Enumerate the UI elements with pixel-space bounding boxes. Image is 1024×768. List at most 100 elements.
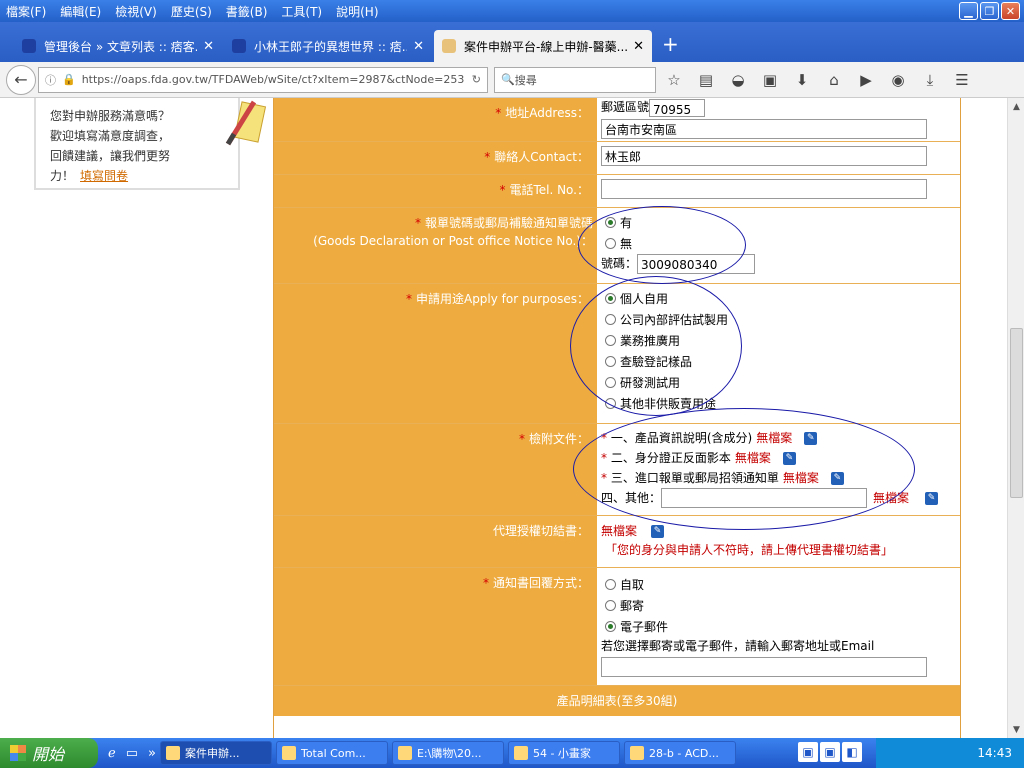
menu-file[interactable]: 檔案(F) [6, 3, 46, 20]
pocket-icon[interactable]: ◒ [724, 71, 752, 89]
start-button[interactable]: 開始 [0, 738, 98, 768]
taskbar-firefox[interactable]: 案件申辦... [159, 741, 272, 765]
radio[interactable] [605, 398, 616, 409]
upload-edit-icon[interactable]: ✎ [925, 491, 939, 505]
postcode-input[interactable]: 70955 [649, 98, 706, 117]
reply-option[interactable]: 電子郵件 [597, 616, 960, 637]
declaration-yes-option[interactable]: 有 [597, 212, 960, 233]
menu-view[interactable]: 檢視(V) [115, 3, 157, 20]
tel-label: 電話Tel. No.： [509, 183, 589, 197]
attachment-text: 三、進口報單或郵局招領通知單 [610, 471, 779, 485]
radio-selected[interactable] [605, 217, 616, 228]
downloads-icon[interactable]: ⤓ [916, 71, 944, 89]
radio[interactable] [605, 579, 616, 590]
expand-icon[interactable]: » [148, 746, 156, 761]
upload-edit-icon[interactable]: ✎ [782, 452, 796, 465]
taskbar-folder[interactable]: E:\購物\20... [391, 741, 504, 765]
radio[interactable] [605, 314, 616, 325]
tab-admin[interactable]: 管理後台 » 文章列表 :: 痞客... ✕ [14, 30, 222, 62]
menu-help[interactable]: 說明(H) [336, 3, 378, 20]
search-bar[interactable]: 🔍 搜尋 [494, 66, 656, 93]
menu-tools[interactable]: 工具(T) [281, 3, 322, 20]
radio[interactable] [605, 356, 616, 367]
new-tab-icon[interactable]: + [662, 32, 679, 56]
download-arrow-icon[interactable]: ⬇ [788, 71, 816, 89]
reply-address-input[interactable] [601, 657, 927, 677]
other-label: 四、其他： [601, 491, 662, 505]
purpose-option[interactable]: 業務推廣用 [597, 330, 960, 351]
upload-edit-icon[interactable]: ✎ [830, 472, 844, 485]
reload-icon[interactable]: ↻ [472, 73, 481, 86]
purpose-option[interactable]: 公司內部評估試製用 [597, 309, 960, 330]
close-tab-icon[interactable]: ✕ [203, 39, 214, 54]
scroll-up-icon[interactable]: ▲ [1008, 98, 1024, 115]
taskbar-acdsee[interactable]: 28-b - ACD... [623, 741, 736, 765]
purpose-option[interactable]: 研發測試用 [597, 372, 960, 393]
ime-icon[interactable]: ▣ [820, 742, 840, 762]
required-mark: * [499, 183, 506, 197]
declaration-number-input[interactable]: 3009080340 [637, 254, 756, 274]
ie-icon[interactable]: ℯ [108, 746, 116, 761]
reply-options: 自取郵寄電子郵件 [597, 574, 960, 637]
video-download-icon[interactable]: ▣ [756, 71, 784, 89]
contact-row: * 聯絡人Contact： 林玉郎 [274, 142, 960, 175]
url-text: https://oaps.fda.gov.tw/TFDAWeb/wSite/ct… [81, 73, 465, 86]
reply-option[interactable]: 郵寄 [597, 595, 960, 616]
vertical-scrollbar[interactable]: ▲ ▼ [1007, 98, 1024, 738]
close-window-button[interactable]: ✕ [1001, 2, 1020, 20]
radio[interactable] [605, 335, 616, 346]
menu-hamburger-icon[interactable]: ☰ [948, 71, 976, 89]
radio[interactable] [605, 621, 616, 632]
reading-list-icon[interactable]: ▤ [692, 71, 720, 89]
url-bar[interactable]: ⓘ 🔒 https://oaps.fda.gov.tw/TFDAWeb/wSit… [38, 66, 488, 93]
restore-button[interactable]: ❐ [980, 2, 999, 20]
pen-illustration-icon [225, 100, 266, 146]
address-input[interactable]: 台南市安南區 [601, 118, 927, 139]
play-circle-icon[interactable]: ◉ [884, 71, 912, 89]
back-arrow-icon[interactable]: ← [6, 64, 36, 95]
ime-icon[interactable]: ▣ [798, 742, 818, 762]
minimize-button[interactable]: ▁ [959, 2, 978, 20]
tel-input[interactable] [601, 179, 927, 199]
survey-link[interactable]: 填寫問卷 [80, 169, 128, 183]
menu-history[interactable]: 歷史(S) [171, 3, 212, 20]
upload-edit-icon[interactable]: ✎ [651, 525, 665, 538]
taskbar-totalcommander[interactable]: Total Com... [275, 741, 388, 765]
taskbar-paint[interactable]: 54 - 小畫家 [507, 741, 620, 765]
tab-fda[interactable]: 案件申辦平台-線上申辦-醫藥... ✕ [434, 30, 652, 62]
purpose-option[interactable]: 其他非供販賣用途 [597, 393, 960, 414]
upload-edit-icon[interactable]: ✎ [804, 432, 818, 445]
survey-box: 您對申辦服務滿意嗎？ 歡迎填寫滿意度調查， 回饋建議，讓我們更努 力！ 填寫問卷 [34, 98, 266, 190]
lock-icon: 🔒 [62, 73, 76, 86]
radio[interactable] [605, 293, 616, 304]
contact-input[interactable]: 林玉郎 [601, 146, 927, 166]
star-icon[interactable]: ☆ [660, 71, 688, 89]
folder-icon [397, 746, 412, 760]
menu-edit[interactable]: 編輯(E) [60, 3, 101, 20]
menu-bookmarks[interactable]: 書籤(B) [226, 3, 268, 20]
home-icon[interactable]: ⌂ [820, 71, 848, 89]
close-tab-icon[interactable]: ✕ [633, 39, 644, 54]
attachment-item: * 二、身分證正反面影本 無檔案 ✎ [601, 448, 956, 468]
purpose-option[interactable]: 個人自用 [597, 288, 960, 309]
youtube-icon[interactable]: ▶ [852, 71, 880, 89]
tab-blog[interactable]: 小林王郎子的異想世界 :: 痞... ✕ [224, 30, 432, 62]
purpose-option[interactable]: 查驗登記樣品 [597, 351, 960, 372]
radio[interactable] [605, 377, 616, 388]
close-tab-icon[interactable]: ✕ [413, 39, 424, 54]
option-label: 郵寄 [620, 598, 645, 613]
ime-icon[interactable]: ◧ [842, 742, 862, 762]
reply-option[interactable]: 自取 [597, 574, 960, 595]
quicklaunch-icon[interactable]: ▭ [126, 746, 138, 761]
scroll-thumb[interactable] [1010, 328, 1023, 498]
purpose-options: 個人自用 公司內部評估試製用 業務推廣用 查驗登記樣品 研發測試用 其他非供販賣用途 [597, 284, 960, 423]
taskbar: 開始 ℯ ▭ » 案件申辦... Total Com... E:\購物\20..… [0, 738, 1024, 768]
radio[interactable] [605, 238, 616, 249]
other-input[interactable] [661, 488, 868, 508]
scroll-down-icon[interactable]: ▼ [1008, 721, 1024, 738]
ime-bar: ▣ ▣ ◧ [798, 742, 862, 762]
tab-title: 管理後台 » 文章列表 :: 痞客... [44, 39, 198, 54]
postcode-label: 郵遞區號 [601, 100, 650, 114]
radio[interactable] [605, 600, 616, 611]
declaration-no-option[interactable]: 無 [597, 233, 960, 254]
